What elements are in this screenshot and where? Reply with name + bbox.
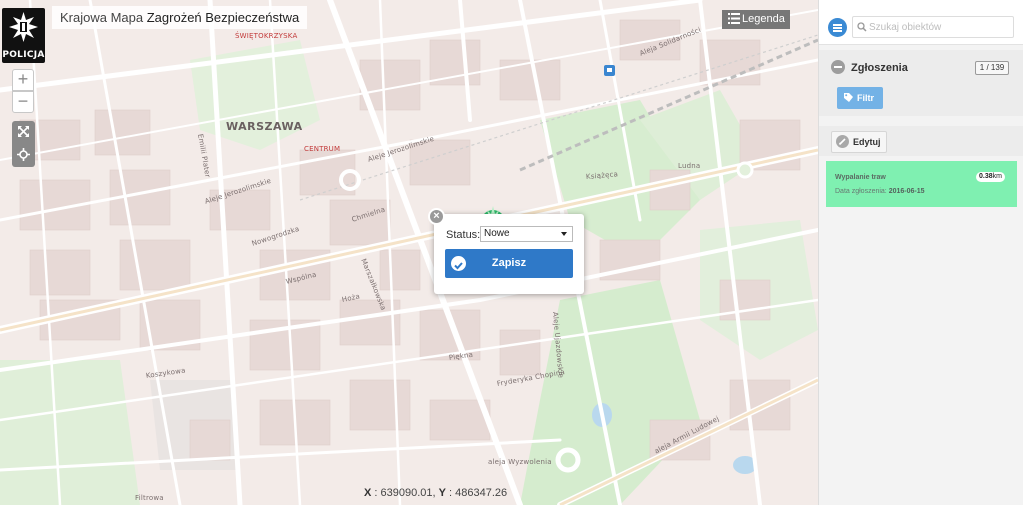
edit-button[interactable]: Edytuj <box>831 131 887 153</box>
pencil-icon <box>836 135 849 148</box>
search-icon <box>857 22 867 32</box>
distance-badge: 0.38km <box>976 172 1005 182</box>
zoom-out-button[interactable]: − <box>12 91 34 113</box>
coords-x-value: 639090.01 <box>380 487 433 499</box>
status-select[interactable]: Nowe <box>480 226 573 242</box>
police-star-icon <box>9 12 38 42</box>
list-icon <box>728 13 740 24</box>
map-label-warszawa: WARSZAWA <box>226 120 303 133</box>
count-badge: 1 / 139 <box>975 61 1009 75</box>
menu-button[interactable] <box>828 18 847 37</box>
distance-unit: km <box>992 173 1002 180</box>
save-button[interactable]: Zapisz <box>445 249 573 278</box>
report-date-row: Data zgłoszenia: 2016-06-15 <box>835 188 925 195</box>
expand-icon <box>18 126 29 137</box>
collapse-button[interactable] <box>831 60 845 74</box>
map-canvas[interactable]: ŚWIĘTOKRZYSKA WARSZAWA CENTRUM Aleje Jer… <box>0 0 818 505</box>
report-list-item[interactable]: Wypalanie traw 0.38km Data zgłoszenia: 2… <box>826 161 1017 207</box>
sidebar: Zgłoszenia 1 / 139 Filtr Edytuj Wypalani… <box>818 0 1023 505</box>
coords-y-value: 486347.26 <box>455 487 508 499</box>
map-label-ludna: Ludna <box>678 162 701 170</box>
coords-x-label: X <box>364 487 372 499</box>
fullscreen-button[interactable] <box>12 121 35 144</box>
distance-value: 0.38 <box>979 173 993 180</box>
minus-icon <box>834 66 842 68</box>
save-button-label: Zapisz <box>491 257 527 269</box>
legend-button[interactable]: Legenda <box>722 10 790 29</box>
app-title-bold: Zagrożeń Bezpieczeństwa <box>146 10 300 25</box>
policja-logo[interactable]: POLICJA <box>2 8 45 63</box>
tag-icon <box>844 93 853 102</box>
check-icon <box>451 256 466 271</box>
locate-button[interactable] <box>12 144 35 167</box>
legend-label: Legenda <box>742 13 785 25</box>
reports-section-header: Zgłoszenia 1 / 139 <box>819 53 1023 77</box>
sidebar-top-bar <box>819 0 1023 45</box>
app-title: Krajowa Mapa Zagrożeń Bezpieczeństwa <box>52 6 308 29</box>
edit-zone: Edytuj <box>819 126 1023 156</box>
coordinates-readout: X : 639090.01, Y : 486347.26 <box>364 487 508 499</box>
app-title-prefix: Krajowa Mapa <box>60 10 144 25</box>
map-label-swietokrzyska: ŚWIĘTOKRZYSKA <box>235 32 298 40</box>
section-title: Zgłoszenia <box>851 62 908 74</box>
status-select-value: Nowe <box>484 228 510 239</box>
map-label-wyzwolenia: aleja Wyzwolenia <box>488 458 552 466</box>
reports-section: Zgłoszenia 1 / 139 Filtr <box>819 50 1023 116</box>
coords-y-label: Y <box>438 487 446 499</box>
zoom-in-button[interactable]: + <box>12 69 34 91</box>
hamburger-icon <box>833 24 842 26</box>
report-date: 2016-06-15 <box>888 188 925 195</box>
status-popup: × Status: Nowe Zapisz <box>428 208 584 294</box>
crosshair-icon <box>17 148 30 161</box>
logo-text: POLICJA <box>2 50 45 60</box>
close-icon[interactable]: × <box>428 208 445 225</box>
status-label: Status: <box>446 229 481 241</box>
search-box[interactable] <box>852 16 1014 38</box>
chevron-down-icon <box>561 232 567 236</box>
map-label-centrum: CENTRUM <box>304 145 341 153</box>
filter-button[interactable]: Filtr <box>837 87 883 109</box>
map-label-filtrowa: Filtrowa <box>135 494 164 502</box>
search-input[interactable] <box>869 19 1009 35</box>
report-title: Wypalanie traw <box>835 174 886 181</box>
report-date-label: Data zgłoszenia: <box>835 188 887 195</box>
filter-label: Filtr <box>857 93 874 103</box>
edit-label: Edytuj <box>853 137 881 147</box>
